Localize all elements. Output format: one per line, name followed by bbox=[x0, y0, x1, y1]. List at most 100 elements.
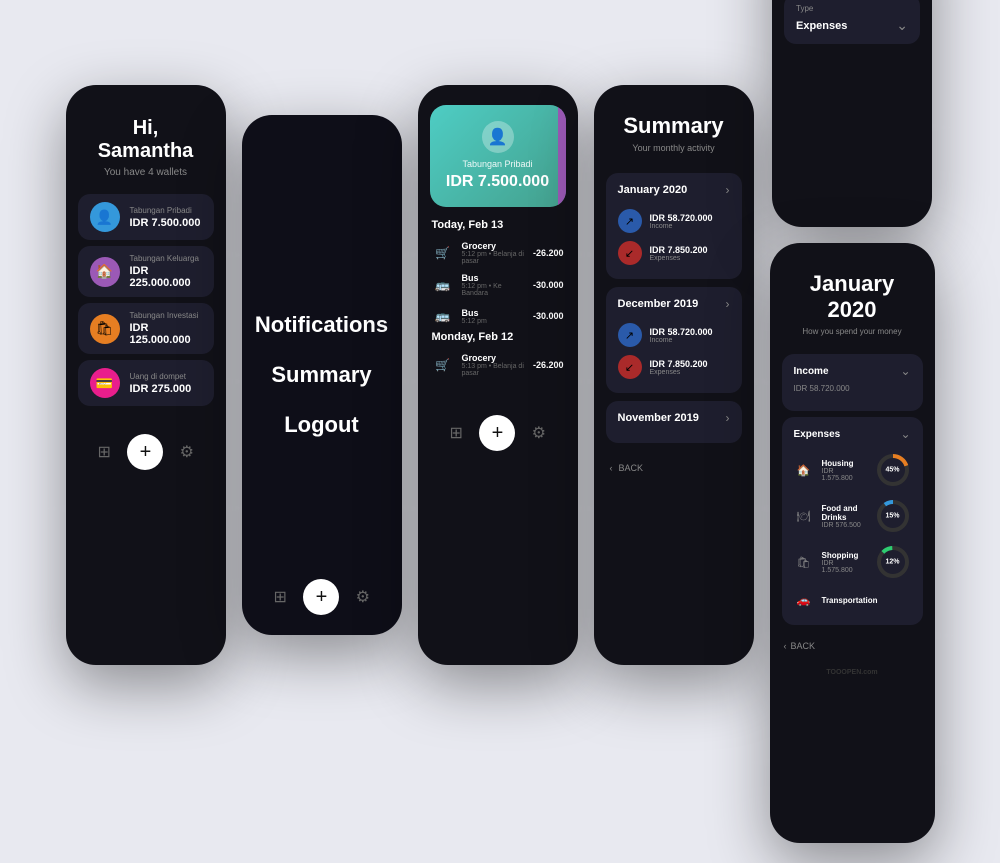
phone-january-detail: January 2020 How you spend your money In… bbox=[770, 243, 935, 843]
wallet-list: 👤 Tabungan Pribadi IDR 7.500.000 🏠 Tabun… bbox=[66, 194, 226, 406]
grid-icon-3[interactable]: ⊞ bbox=[442, 419, 470, 447]
wallet-amount: IDR 125.000.000 bbox=[130, 322, 202, 346]
p4-back-button[interactable]: ‹ BACK bbox=[594, 451, 754, 485]
expense-label: Expenses bbox=[650, 255, 730, 262]
expense-row: ↙ IDR 7.850.200 Expenses bbox=[618, 237, 730, 269]
tx-date-label: Today, Feb 13 bbox=[432, 219, 564, 231]
month-title: November 2019 bbox=[618, 412, 699, 424]
right-column: IDR 25.000 Type here for notes Type Expe… bbox=[770, 0, 935, 843]
p3-bottom-nav: ⊞ + ⚙ bbox=[418, 399, 578, 467]
wallet-item[interactable]: 👤 Tabungan Pribadi IDR 7.500.000 bbox=[78, 194, 214, 240]
chevron-down-icon-expenses: ⌄ bbox=[900, 427, 910, 441]
add-button[interactable]: + bbox=[127, 434, 163, 470]
menu-item[interactable]: Summary bbox=[271, 350, 371, 400]
p6-sub: How you spend your money bbox=[786, 327, 919, 336]
tx-meta: 5:12 pm • Belanja di pasar bbox=[462, 251, 525, 265]
p6-income-title: Income bbox=[794, 366, 829, 377]
expense-amount: IDR 7.850.200 bbox=[650, 359, 730, 369]
tx-meta: 5:12 pm • Ke Bandara bbox=[462, 283, 525, 297]
tx-icon: 🚌 bbox=[432, 305, 454, 327]
exp-amount: IDR 576.500 bbox=[822, 522, 867, 529]
tx-info: Grocery 5:12 pm • Belanja di pasar bbox=[462, 241, 525, 265]
wallet-name: Tabungan Keluarga bbox=[130, 254, 202, 263]
settings-icon-2[interactable]: ⚙ bbox=[349, 583, 377, 611]
tx-name: Bus bbox=[462, 273, 525, 283]
purple-accent-bar bbox=[558, 105, 566, 207]
grid-icon-2[interactable]: ⊞ bbox=[266, 583, 294, 611]
wallet-amount: IDR 225.000.000 bbox=[130, 265, 202, 289]
p5-type-value: Expenses bbox=[796, 20, 847, 32]
phone-summary: Summary Your monthly activity January 20… bbox=[594, 85, 754, 665]
donut-label: 12% bbox=[885, 559, 899, 566]
wallet-item[interactable]: 💳 Uang di dompet IDR 275.000 bbox=[78, 360, 214, 406]
p6-income-header: Income ⌄ bbox=[794, 364, 911, 378]
month-title: January 2020 bbox=[618, 184, 688, 196]
donut-chart: 45% bbox=[875, 452, 911, 488]
tx-name: Grocery bbox=[462, 353, 525, 363]
p6-income-section: Income ⌄ IDR 58.720.000 bbox=[782, 354, 923, 411]
wallet-item[interactable]: 🛍 Tabungan Investasi IDR 125.000.000 bbox=[78, 303, 214, 354]
income-row: ↗ IDR 58.720.000 Income bbox=[618, 319, 730, 351]
p4-title: Summary bbox=[610, 113, 738, 139]
expense-row: ↙ IDR 7.850.200 Expenses bbox=[618, 351, 730, 383]
exp-name: Housing bbox=[822, 459, 867, 468]
p3-transactions-section: Today, Feb 13 🛒 Grocery 5:12 pm • Belanj… bbox=[418, 207, 578, 387]
income-label: Income bbox=[650, 223, 730, 230]
menu-item[interactable]: Logout bbox=[284, 400, 359, 450]
p6-title: January 2020 bbox=[786, 271, 919, 323]
wallet-icon: 🏠 bbox=[90, 257, 120, 287]
month-section: December 2019 › ↗ IDR 58.720.000 Income … bbox=[606, 287, 742, 393]
p3-wallet-card: 👤 Tabungan Pribadi IDR 7.500.000 bbox=[430, 105, 566, 207]
chevron-right-icon[interactable]: › bbox=[726, 411, 730, 425]
exp-category-icon: 🍽 bbox=[794, 506, 814, 526]
settings-icon-3[interactable]: ⚙ bbox=[525, 419, 553, 447]
transaction-item[interactable]: 🚌 Bus 5:12 pm • Ke Bandara -30.000 bbox=[432, 269, 564, 301]
chevron-right-icon[interactable]: › bbox=[726, 183, 730, 197]
donut-label: 15% bbox=[885, 513, 899, 520]
expense-icon: ↙ bbox=[618, 355, 642, 379]
tx-info: Grocery 5:13 pm • Belanja di pasar bbox=[462, 353, 525, 377]
expense-label: Expenses bbox=[650, 369, 730, 376]
donut-chart: 12% bbox=[875, 544, 911, 580]
add-button-3[interactable]: + bbox=[479, 415, 515, 451]
chevron-down-icon: ⌄ bbox=[896, 17, 908, 34]
menu-item[interactable]: Notifications bbox=[255, 300, 388, 350]
exp-name: Food and Drinks bbox=[822, 504, 867, 522]
transaction-item[interactable]: 🛒 Grocery 5:12 pm • Belanja di pasar -26… bbox=[432, 237, 564, 269]
exp-category-icon: 🏠 bbox=[794, 460, 814, 480]
p5-type-select[interactable]: Expenses ⌄ bbox=[796, 17, 908, 34]
p6-back-button[interactable]: ‹ BACK bbox=[770, 631, 935, 661]
tx-icon: 🛒 bbox=[432, 354, 454, 376]
wallet-info: Uang di dompet IDR 275.000 bbox=[130, 372, 202, 395]
p1-bottom-nav: ⊞ + ⚙ bbox=[66, 418, 226, 486]
income-amount: IDR 58.720.000 bbox=[650, 327, 730, 337]
wallet-item[interactable]: 🏠 Tabungan Keluarga IDR 225.000.000 bbox=[78, 246, 214, 297]
tx-info: IDR 7.850.200 Expenses bbox=[650, 245, 730, 262]
wallet-amount: IDR 275.000 bbox=[130, 383, 202, 395]
screens-container: Hi, Samantha You have 4 wallets 👤 Tabung… bbox=[46, 0, 955, 863]
month-section: November 2019 › bbox=[606, 401, 742, 443]
tx-name: Grocery bbox=[462, 241, 525, 251]
exp-amount: IDR 1.575.800 bbox=[822, 468, 867, 482]
grid-icon[interactable]: ⊞ bbox=[90, 438, 118, 466]
p4-header: Summary Your monthly activity bbox=[594, 85, 754, 165]
month-header: December 2019 › bbox=[618, 297, 730, 311]
tx-amount: -26.200 bbox=[533, 360, 564, 370]
wallet-info: Tabungan Investasi IDR 125.000.000 bbox=[130, 311, 202, 346]
transaction-item[interactable]: 🛒 Grocery 5:13 pm • Belanja di pasar -26… bbox=[432, 349, 564, 381]
transaction-item[interactable]: 🚌 Bus 5:12 pm -30.000 bbox=[432, 301, 564, 331]
wallet-icon: 🛍 bbox=[90, 314, 120, 344]
menu-list: NotificationsSummaryLogout bbox=[242, 115, 402, 635]
exp-info: Housing IDR 1.575.800 bbox=[822, 459, 867, 482]
chevron-right-icon[interactable]: › bbox=[726, 297, 730, 311]
exp-name: Shopping bbox=[822, 551, 867, 560]
tx-name: Bus bbox=[462, 308, 525, 318]
expense-amount: IDR 7.850.200 bbox=[650, 245, 730, 255]
tx-info: IDR 58.720.000 Income bbox=[650, 327, 730, 344]
wallet-info: Tabungan Pribadi IDR 7.500.000 bbox=[130, 206, 202, 229]
settings-icon[interactable]: ⚙ bbox=[173, 438, 201, 466]
phone-wallet-list: Hi, Samantha You have 4 wallets 👤 Tabung… bbox=[66, 85, 226, 665]
back-chevron-icon: ‹ bbox=[610, 463, 613, 473]
add-button-2[interactable]: + bbox=[303, 579, 339, 615]
month-section: January 2020 › ↗ IDR 58.720.000 Income ↙… bbox=[606, 173, 742, 279]
